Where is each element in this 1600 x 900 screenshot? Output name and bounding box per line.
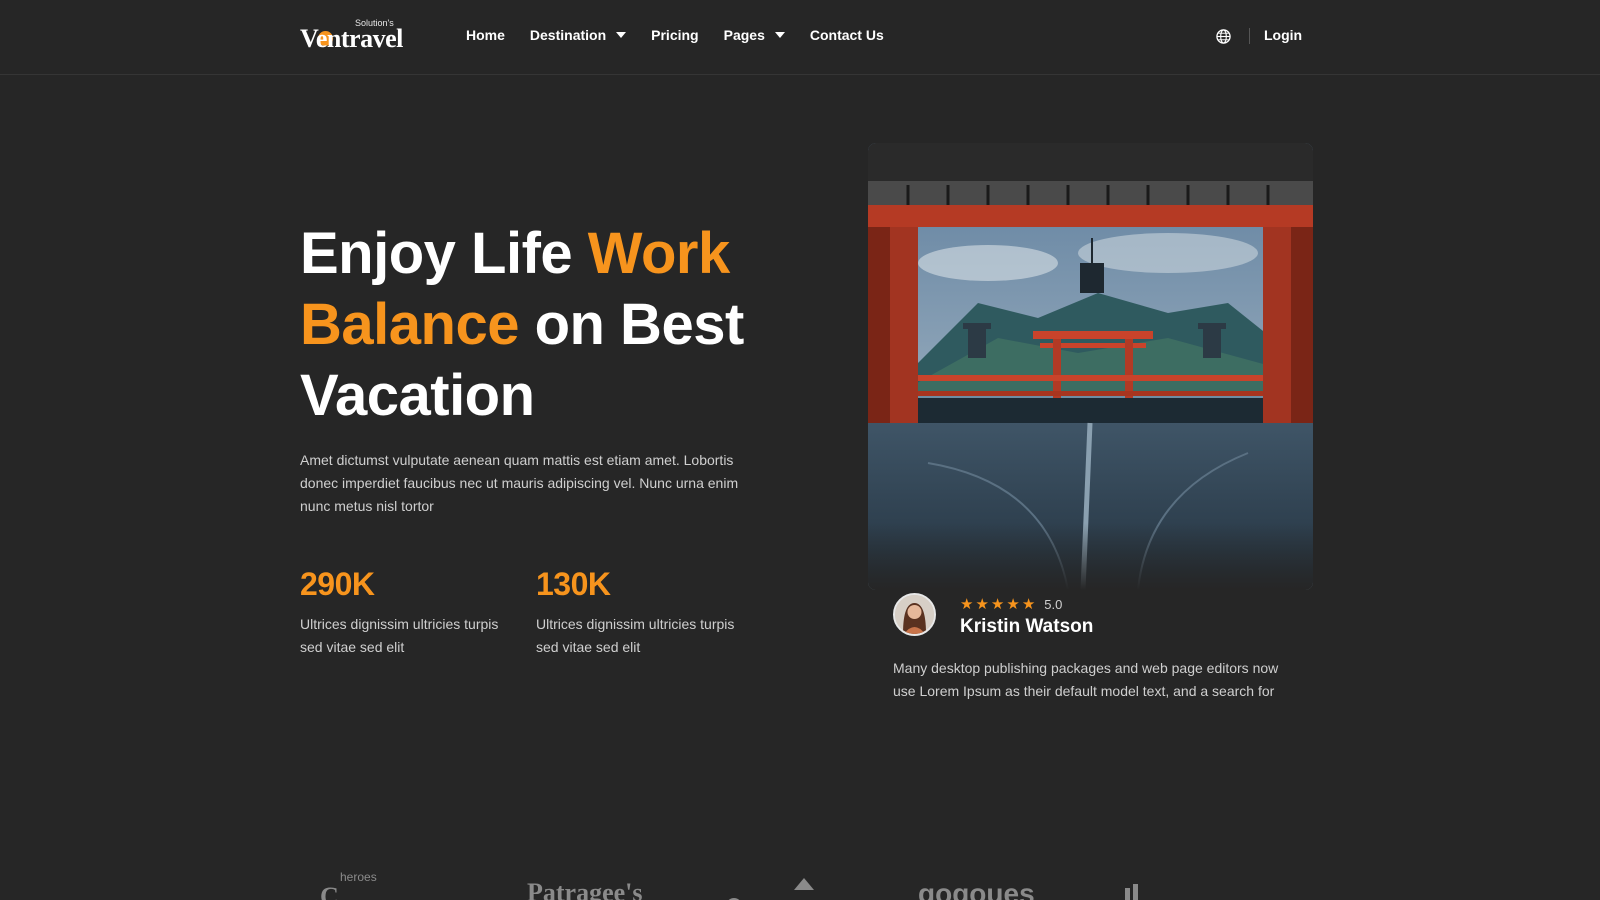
nav-home[interactable]: Home — [466, 27, 505, 43]
avatar — [893, 593, 936, 636]
stat-label: Ultrices dignissim ultricies turpis sed … — [536, 616, 735, 655]
partner-logo: heroes — [340, 870, 377, 884]
star-icon: ★ — [960, 595, 974, 613]
rating-value: 5.0 — [1044, 596, 1063, 612]
stat-value: 130K — [536, 566, 611, 602]
stat-block: 130K Ultrices dignissim ultricies turpis… — [536, 566, 746, 659]
partner-logo-mark — [1125, 884, 1138, 900]
star-icon: ★ — [1006, 595, 1020, 613]
main-nav: Home Destination Pricing Pages Contact U… — [466, 27, 909, 43]
nav-destination[interactable]: Destination — [530, 27, 627, 43]
star-icon: ★ — [990, 595, 1005, 613]
logo-wordmark: Ventravel — [300, 24, 403, 53]
rating-stars: ★ ★ ★ ★ ★ 5.0 — [960, 595, 1062, 613]
hero-description: Amet dictumst vulputate aenean quam matt… — [300, 452, 739, 514]
site-header: Solution's Ventravel Home Destination Pr… — [0, 0, 1600, 75]
star-icon: ★ — [975, 595, 989, 613]
nav-pricing[interactable]: Pricing — [651, 27, 698, 43]
partner-logos: heroes C Patragee's gogoues — [0, 870, 1600, 900]
reviewer-name: Kristin Watson — [960, 616, 1094, 637]
stat-block: 290K Ultrices dignissim ultricies turpis… — [300, 566, 510, 659]
nav-pages[interactable]: Pages — [724, 27, 785, 43]
partner-logo-mark: C — [320, 882, 339, 900]
partner-logo: Patragee's — [527, 878, 643, 900]
login-link[interactable]: Login — [1264, 27, 1302, 43]
chevron-down-icon — [616, 32, 627, 38]
nav-contact[interactable]: Contact Us — [810, 27, 884, 43]
logo[interactable]: Solution's Ventravel — [300, 16, 410, 53]
partner-logo: gogoues — [918, 878, 1035, 900]
stat-value: 290K — [300, 566, 375, 602]
globe-icon[interactable] — [1216, 29, 1231, 44]
star-icon: ★ — [1021, 595, 1036, 613]
hero-image — [868, 143, 1313, 590]
stat-label: Ultrices dignissim ultricies turpis sed … — [300, 616, 499, 655]
hero-title: Enjoy Life Work Balance on Best Vacation — [300, 221, 744, 428]
chevron-down-icon — [774, 32, 785, 38]
review-text: Many desktop publishing packages and web… — [893, 660, 1279, 699]
partner-logo-mark — [728, 878, 814, 900]
nav-divider — [1249, 28, 1250, 44]
